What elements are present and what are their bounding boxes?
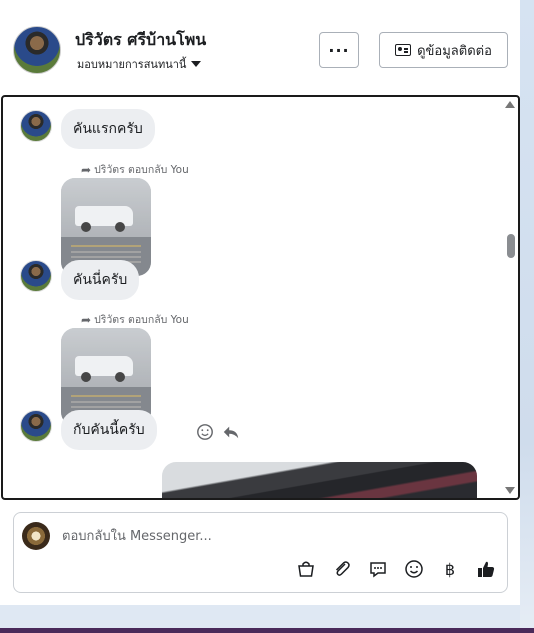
react-emoji-icon[interactable] xyxy=(196,423,214,441)
message-bubble[interactable]: กับคันนี้ครับ xyxy=(61,410,157,450)
reply-arrow-icon: ➦ xyxy=(81,162,92,177)
conversation-header: ปริวัตร ศรีบ้านโพน มอบหมายการสนทนานี้ ··… xyxy=(0,0,520,95)
pickup-truck-graphic xyxy=(75,356,133,382)
thumbs-up-icon[interactable] xyxy=(475,558,497,580)
contact-avatar[interactable] xyxy=(13,26,61,74)
contact-card-icon xyxy=(395,44,412,56)
message-actions xyxy=(196,423,240,441)
more-options-button[interactable]: ··· xyxy=(319,32,359,68)
reply-arrow-icon: ➦ xyxy=(81,312,92,327)
taskbar-strip xyxy=(0,628,534,633)
scroll-up-arrow-icon[interactable] xyxy=(505,101,515,108)
reply-label: ➦ ปริวัตร ตอบกลับ You xyxy=(81,161,189,178)
sender-avatar[interactable] xyxy=(20,260,52,292)
saved-replies-icon[interactable] xyxy=(367,558,389,580)
contact-name[interactable]: ปริวัตร ศรีบ้านโพน xyxy=(75,28,206,53)
composer-toolbar: ฿ xyxy=(295,558,497,580)
message-thread[interactable]: คันแรกครับ ➦ ปริวัตร ตอบกลับ You คันนี่ค… xyxy=(1,95,520,500)
scroll-down-arrow-icon[interactable] xyxy=(505,487,515,494)
baht-icon[interactable]: ฿ xyxy=(439,558,461,580)
sender-avatar[interactable] xyxy=(20,110,52,142)
message-bubble[interactable]: คันแรกครับ xyxy=(61,109,155,149)
reply-input[interactable] xyxy=(62,526,492,546)
page-background xyxy=(520,0,534,633)
scrollbar-thumb[interactable] xyxy=(507,234,515,258)
reply-label-text: ปริวัตร ตอบกลับ You xyxy=(94,314,189,326)
message-composer: ฿ xyxy=(13,512,508,593)
caret-down-icon xyxy=(191,61,202,67)
conversation-panel: ปริวัตร ศรีบ้านโพน มอบหมายการสนทนานี้ ··… xyxy=(0,0,520,605)
message-bubble[interactable]: คันนี่ครับ xyxy=(61,260,140,300)
pickup-truck-graphic xyxy=(75,206,133,232)
outgoing-photo[interactable] xyxy=(162,462,477,498)
sender-avatar[interactable] xyxy=(20,410,52,442)
reply-label-text: ปริวัตร ตอบกลับ You xyxy=(94,164,189,176)
paperclip-icon[interactable] xyxy=(331,558,353,580)
shopping-bag-icon[interactable] xyxy=(295,558,317,580)
emoji-icon[interactable] xyxy=(403,558,425,580)
reply-label: ➦ ปริวัตร ตอบกลับ You xyxy=(81,311,189,328)
reply-icon[interactable] xyxy=(222,423,240,441)
assign-conversation-label: มอบหมายการสนทนานี้ xyxy=(77,58,187,71)
view-contact-button[interactable]: ดูข้อมูลติดต่อ xyxy=(379,32,508,68)
view-contact-label: ดูข้อมูลติดต่อ xyxy=(417,43,492,59)
assign-conversation-dropdown[interactable]: มอบหมายการสนทนานี้ xyxy=(77,55,202,73)
page-avatar xyxy=(22,522,50,550)
